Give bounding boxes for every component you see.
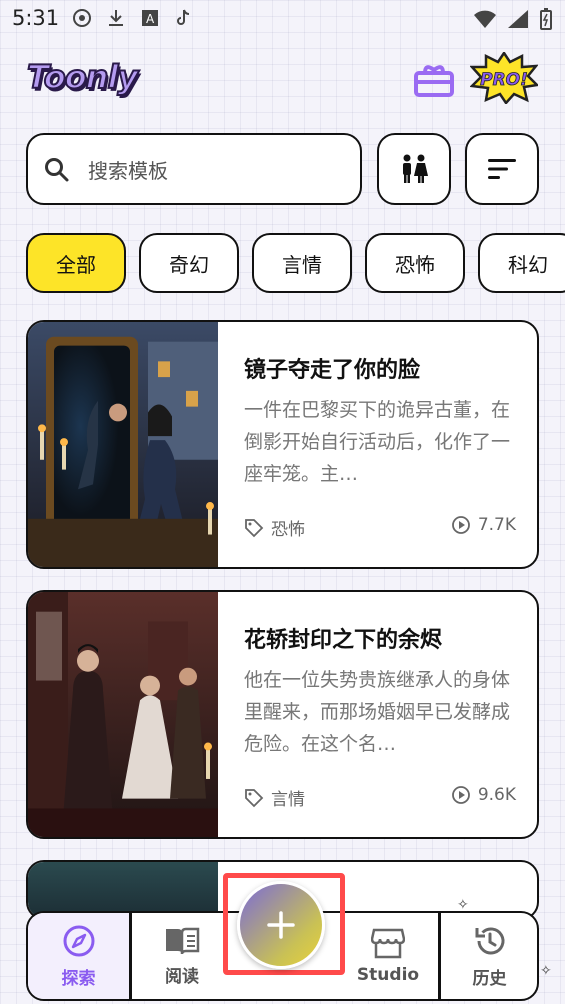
card-description: 一件在巴黎买下的诡异古董，在倒影开始自行活动后，化作了一座牢笼。主… (244, 399, 511, 485)
card-title: 花轿封印之下的余烬 (244, 628, 443, 653)
tag-icon (245, 518, 264, 537)
nav-explore-label: 探索 (61, 968, 96, 989)
card-tag: 言情 (244, 785, 305, 810)
download-icon (109, 10, 123, 26)
template-card[interactable]: 花轿封印之下的余烬 他在一位失势贵族继承人的身体里醒来，而那场婚姻早已发酵成危险… (26, 590, 539, 839)
search-input[interactable] (86, 153, 350, 189)
plus-icon (267, 911, 295, 939)
nav-studio-label: Studio (356, 965, 420, 985)
status-time: 5:31 (12, 6, 60, 30)
chip-romance[interactable]: 言情 (252, 233, 352, 293)
chip-scifi[interactable]: 科幻 (478, 233, 565, 293)
category-chips: 全部 奇幻 言情 恐怖 科幻 (26, 233, 565, 295)
store-icon (371, 928, 405, 959)
font-app-icon: A (142, 10, 158, 26)
chip-horror[interactable]: 恐怖 (365, 233, 465, 293)
card-views-count: 7.7K (477, 515, 516, 535)
tag-icon (245, 788, 264, 807)
status-bar: 5:31 A (0, 0, 565, 38)
gift-button[interactable] (413, 60, 455, 98)
pro-badge-text: PRO! (480, 70, 528, 90)
book-icon (166, 927, 200, 954)
card-views-count: 9.6K (477, 785, 516, 805)
nav-explore[interactable]: 探索 (28, 913, 129, 999)
nav-read[interactable]: 阅读 (132, 913, 232, 999)
history-icon (475, 927, 504, 954)
search-box[interactable] (26, 133, 362, 205)
card-tag-label: 言情 (271, 790, 305, 810)
app-logo: Toonly (26, 57, 139, 97)
wifi-icon (474, 10, 496, 28)
compass-icon (63, 925, 94, 956)
chip-all[interactable]: 全部 (26, 233, 126, 293)
play-circle-icon (451, 516, 470, 534)
sort-button[interactable] (465, 133, 539, 205)
chip-fantasy[interactable]: 奇幻 (139, 233, 239, 293)
card-tag-label: 恐怖 (271, 520, 305, 540)
pro-badge[interactable]: PRO! (469, 50, 540, 106)
card-meta: 言情 9.6K (244, 785, 516, 810)
people-icon (403, 154, 428, 183)
music-disc-icon (73, 9, 91, 27)
nav-history-label: 历史 (472, 968, 507, 989)
nav-read-label: 阅读 (165, 966, 199, 987)
signal-icon (508, 10, 528, 28)
create-button[interactable] (237, 881, 325, 969)
gender-filter-button[interactable] (377, 133, 451, 205)
card-thumbnail (28, 322, 218, 567)
search-icon (45, 158, 69, 182)
card-title: 镜子夺走了你的脸 (244, 358, 421, 383)
sort-icon (488, 159, 516, 179)
gift-icon (414, 65, 454, 97)
card-views: 7.7K (451, 515, 516, 535)
card-description: 他在一位失势贵族继承人的身体里醒来，而那场婚姻早已发酵成危险。在这个名… (244, 669, 511, 755)
play-circle-icon (451, 786, 470, 804)
card-tag: 恐怖 (244, 515, 305, 540)
sparkle-icon: ✧ (540, 963, 552, 979)
sparkle-icon: ✧ (457, 897, 469, 913)
tiktok-icon (177, 9, 190, 25)
battery-icon (540, 8, 552, 30)
svg-text:A: A (146, 12, 155, 26)
nav-studio[interactable]: Studio (338, 913, 438, 999)
card-views: 9.6K (451, 785, 516, 805)
card-thumbnail (28, 592, 218, 837)
card-meta: 恐怖 7.7K (244, 515, 516, 540)
template-card[interactable]: 镜子夺走了你的脸 一件在巴黎买下的诡异古董，在倒影开始自行活动后，化作了一座牢笼… (26, 320, 539, 569)
nav-history[interactable]: 历史 (441, 913, 538, 999)
